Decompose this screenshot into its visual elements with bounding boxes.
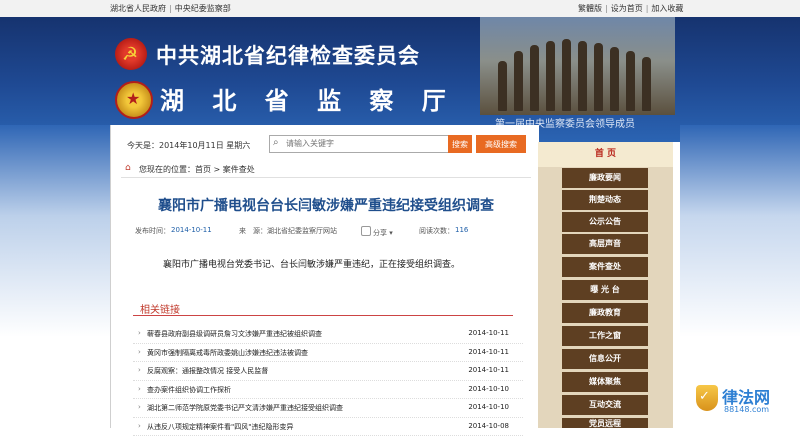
nav-jingchu-news[interactable]: 荆楚动态 [562,190,648,210]
banner-title-supervision: 湖 北 省 监 察 厅 [160,81,456,116]
related-link-date: 2014-10-10 [468,385,509,393]
related-link-date: 2014-10-11 [468,329,509,337]
separator: | [169,4,172,13]
article-body: 襄阳市广播电视台党委书记、台长闫敏涉嫌严重违纪，正在接受组织调查。 [163,257,460,270]
link-traditional-chinese[interactable]: 繁體版 [578,4,602,13]
related-links-title: 相关链接 [140,301,180,316]
separator: | [646,4,649,13]
bullet-icon: › [138,422,141,430]
views-label: 阅读次数： [419,226,454,236]
top-utility-bar: 湖北省人民政府|中央纪委监察部 繁體版|设为首页|加入收藏 [0,0,800,18]
advanced-search-button[interactable]: 高级搜索 [476,135,526,153]
separator: | [605,4,608,13]
search-icon: ⌕ [273,137,279,148]
top-left-links: 湖北省人民政府|中央纪委监察部 [110,3,231,14]
list-item[interactable]: › 从违反八项规定精神案件看"四风"违纪隐形变异 2014-10-08 [133,418,523,436]
party-emblem-icon: ☭ [115,38,147,70]
related-link-title[interactable]: 湖北第二师范学院原党委书记严文清涉嫌严重违纪接受组织调查 [147,403,343,413]
current-date: 今天是：2014年10月11日 星期六 [127,140,250,151]
nav-work-window[interactable]: 工作之窗 [562,326,648,346]
site-watermark-logo: ✓ 律法网 88148.com [694,384,788,416]
top-right-links: 繁體版|设为首页|加入收藏 [578,3,683,14]
site-banner: ☭ 中共湖北省纪律检查委员会 ★ 湖 北 省 监 察 厅 第一届中央监察委员会领… [0,17,800,142]
home-icon: ⌂ [125,163,131,173]
related-link-title[interactable]: 查办案件组织协调工作探析 [147,385,231,395]
article-meta: 发布时间： 2014-10-11 来 源：湖北省纪委监察厅网站 分享 ▾ 阅读次… [135,225,525,239]
bullet-icon: › [138,403,141,411]
main-content: 今天是：2014年10月11日 星期六 ⌕ 搜索 高级搜索 ⌂ 您现在的位置：首… [110,125,539,428]
banner-photo [480,17,675,115]
bullet-icon: › [138,385,141,393]
nav-info-disclosure[interactable]: 信息公开 [562,349,648,369]
shield-icon: ✓ [696,385,718,411]
right-background [680,125,800,428]
list-item[interactable]: › 查办案件组织协调工作探析 2014-10-10 [133,381,523,400]
search-button[interactable]: 搜索 [448,135,472,153]
list-item[interactable]: › 蕲春县政府副县级调研员詹习文涉嫌严重违纪被组织调查 2014-10-11 [133,325,523,344]
share-label: 分享 ▾ [373,229,393,237]
article-title: 襄阳市广播电视台台长闫敏涉嫌严重违纪接受组织调查 [121,195,531,215]
left-background [0,125,110,428]
search-box[interactable]: ⌕ [269,135,449,153]
search-toolbar: 今天是：2014年10月11日 星期六 ⌕ 搜索 高级搜索 [121,133,531,157]
sidebar-nav: 首 页 廉政要闻 荆楚动态 公示公告 高层声音 案件查处 曝 光 台 廉政教育 … [538,142,673,428]
share-icon [361,226,371,236]
list-item[interactable]: › 黄冈市强制隔离戒毒所政委姚山涉嫌违纪违法被调查 2014-10-11 [133,344,523,363]
nav-interaction[interactable]: 互动交流 [562,395,648,415]
publish-label: 发布时间： [135,226,170,236]
nav-announcements[interactable]: 公示公告 [562,212,648,232]
publish-date: 2014-10-11 [171,226,212,234]
nav-party-remote[interactable]: 党员远程 [562,418,648,428]
bullet-icon: › [138,348,141,356]
search-input[interactable] [286,137,441,149]
nav-home[interactable]: 首 页 [538,142,673,167]
related-links-heading: 相关链接 [133,299,513,316]
related-link-date: 2014-10-10 [468,403,509,411]
link-set-homepage[interactable]: 设为首页 [611,4,643,13]
nav-media-focus[interactable]: 媒体聚焦 [562,372,648,392]
nav-case-investigation[interactable]: 案件查处 [562,257,648,277]
nav-exposure[interactable]: 曝 光 台 [562,280,648,300]
link-hubei-gov[interactable]: 湖北省人民政府 [110,4,166,13]
related-link-date: 2014-10-11 [468,366,509,374]
related-link-title[interactable]: 黄冈市强制隔离戒毒所政委姚山涉嫌违纪违法被调查 [147,348,308,358]
article-source: 来 源：湖北省纪委监察厅网站 [239,226,337,236]
share-button[interactable]: 分享 ▾ [361,226,393,238]
nav-clean-gov-education[interactable]: 廉政教育 [562,303,648,323]
related-link-title[interactable]: 蕲春县政府副县级调研员詹习文涉嫌严重违纪被组织调查 [147,329,322,339]
breadcrumb-text[interactable]: 您现在的位置：首页 > 案件查处 [139,164,255,175]
view-count: 116 [455,226,468,234]
related-link-date: 2014-10-08 [468,422,509,430]
list-item[interactable]: › 反腐观察：通报整改情况 接受人民监督 2014-10-11 [133,362,523,381]
watermark-url: 88148.com [724,405,769,414]
nav-clean-gov-news[interactable]: 廉政要闻 [562,168,648,188]
related-link-title[interactable]: 从违反八项规定精神案件看"四风"违纪隐形变异 [147,422,293,432]
link-ccdi[interactable]: 中央纪委监察部 [175,4,231,13]
link-add-favorite[interactable]: 加入收藏 [651,4,683,13]
list-item[interactable]: › 湖北第二师范学院原党委书记严文清涉嫌严重违纪接受组织调查 2014-10-10 [133,399,523,418]
breadcrumb: ⌂ 您现在的位置：首页 > 案件查处 [121,161,531,178]
related-link-title[interactable]: 反腐观察：通报整改情况 接受人民监督 [147,366,268,376]
related-links-list: › 蕲春县政府副县级调研员詹习文涉嫌严重违纪被组织调查 2014-10-11 › 黄冈… [133,325,523,436]
bullet-icon: › [138,366,141,374]
bullet-icon: › [138,329,141,337]
related-link-date: 2014-10-11 [468,348,509,356]
national-emblem-icon: ★ [115,81,153,119]
banner-title-cpc: 中共湖北省纪律检查委员会 [156,40,420,70]
nav-high-level-voices[interactable]: 高层声音 [562,234,648,254]
